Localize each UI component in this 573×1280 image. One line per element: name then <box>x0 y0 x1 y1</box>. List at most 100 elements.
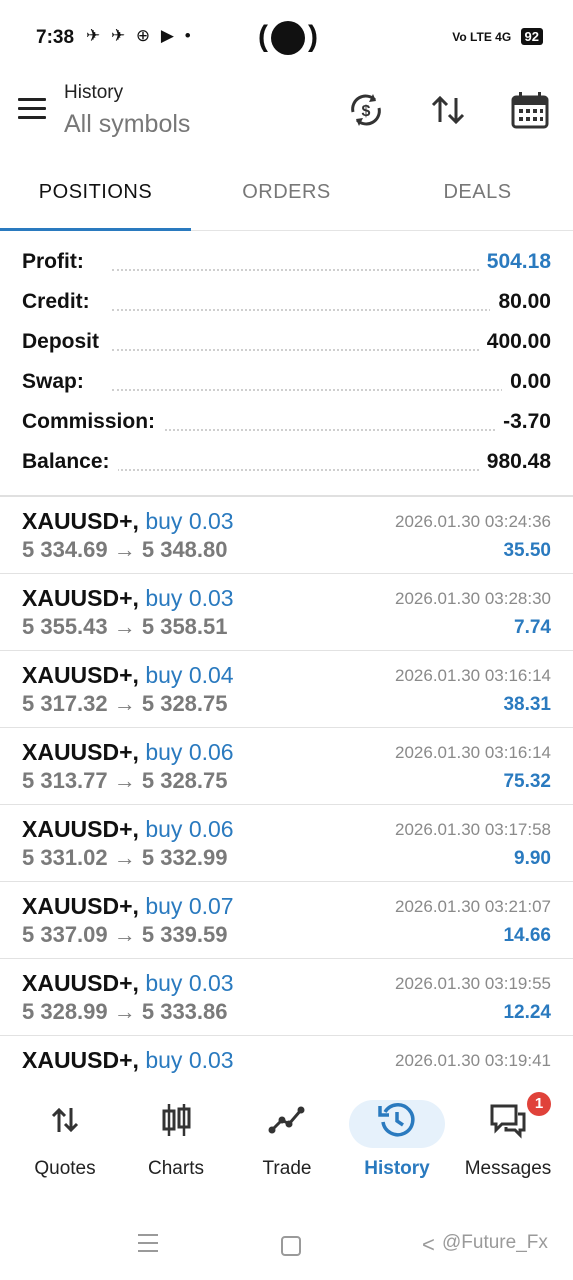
summary-label: Deposit <box>22 330 108 354</box>
nav-label: Trade <box>262 1158 312 1179</box>
battery-level: 92 <box>520 28 543 45</box>
summary-label: Commission: <box>22 410 164 434</box>
summary-value: 80.00 <box>490 290 551 314</box>
deal-profit: 75.32 <box>503 771 551 792</box>
nav-label: Quotes <box>34 1158 96 1179</box>
list-item[interactable]: XAUUSD+, buy 0.03 5 334.69 → 5 348.80 20… <box>0 497 573 574</box>
summary-value: 504.18 <box>478 250 551 274</box>
summary-label: Balance: <box>22 450 118 474</box>
status-bar: 7:38 ✈ ✈ ⊕ ▶ • () Vo LTE 4G 92 <box>0 0 573 74</box>
deal-time: 2026.01.30 03:19:55 <box>395 974 551 993</box>
deal-side: buy 0.03 <box>145 585 234 611</box>
dotted-leader <box>112 429 543 431</box>
deal-side: buy 0.06 <box>145 816 234 842</box>
deal-prices: 5 355.43 → 5 358.51 <box>22 614 228 639</box>
list-item[interactable]: XAUUSD+, buy 0.03 2026.01.30 03:19:41 <box>0 1036 573 1077</box>
tab-bar: POSITIONS ORDERS DEALS <box>0 160 573 231</box>
summary-row-deposit: Deposit 400.00 <box>0 322 573 362</box>
tab-positions[interactable]: POSITIONS <box>0 160 191 226</box>
dotted-leader <box>112 309 543 311</box>
nav-label: Charts <box>148 1158 204 1179</box>
deal-prices: 5 313.77 → 5 328.75 <box>22 768 228 793</box>
summary-row-credit: Credit: 80.00 <box>0 282 573 322</box>
list-item[interactable]: XAUUSD+, buy 0.03 5 328.99 → 5 333.86 20… <box>0 959 573 1036</box>
summary-value: 0.00 <box>502 370 551 394</box>
deal-symbol: XAUUSD+, buy 0.04 <box>22 662 234 688</box>
network-label: Vo LTE 4G <box>452 30 512 44</box>
summary-value: -3.70 <box>495 410 551 434</box>
deal-side: buy 0.03 <box>145 1047 234 1073</box>
arrows-updown-icon <box>51 1107 79 1133</box>
summary-row-swap: Swap: 0.00 <box>0 362 573 402</box>
nav-label: History <box>364 1158 430 1179</box>
deal-time: 2026.01.30 03:16:14 <box>395 743 551 762</box>
nav-trade[interactable]: Trade <box>230 1100 344 1190</box>
nav-messages[interactable]: 1 Messages <box>451 1092 565 1190</box>
summary-panel: Profit: 504.18 Credit: 80.00 Deposit 400… <box>0 242 573 482</box>
deal-list: XAUUSD+, buy 0.03 5 334.69 → 5 348.80 20… <box>0 497 573 1077</box>
deal-profit: 12.24 <box>503 1002 551 1023</box>
notification-badge: 1 <box>527 1092 551 1116</box>
deal-profit: 35.50 <box>503 540 551 561</box>
deal-symbol: XAUUSD+, buy 0.03 <box>22 508 234 534</box>
deal-side: buy 0.07 <box>145 893 234 919</box>
deal-side: buy 0.03 <box>145 970 234 996</box>
deal-profit: 38.31 <box>503 694 551 715</box>
nav-charts[interactable]: Charts <box>119 1100 233 1190</box>
nav-label: Messages <box>464 1158 552 1179</box>
menu-icon[interactable] <box>18 98 46 120</box>
svg-text:$: $ <box>362 103 371 120</box>
deal-time: 2026.01.30 03:24:36 <box>395 512 551 531</box>
back-icon[interactable]: < <box>422 1232 435 1258</box>
currency-refresh-icon[interactable]: $ <box>346 90 386 130</box>
dotted-leader <box>112 389 543 391</box>
deal-time: 2026.01.30 03:17:58 <box>395 820 551 839</box>
summary-row-balance: Balance: 980.48 <box>0 442 573 482</box>
tab-deals[interactable]: DEALS <box>382 160 573 226</box>
home-icon[interactable] <box>281 1236 301 1256</box>
list-item[interactable]: XAUUSD+, buy 0.04 5 317.32 → 5 328.75 20… <box>0 651 573 728</box>
deal-prices: 5 317.32 → 5 328.75 <box>22 691 228 716</box>
summary-label: Credit: <box>22 290 98 314</box>
deal-time: 2026.01.30 03:21:07 <box>395 897 551 916</box>
symbol-filter[interactable]: All symbols <box>64 110 190 139</box>
trend-line-icon <box>268 1106 305 1134</box>
deal-time: 2026.01.30 03:19:41 <box>395 1051 551 1070</box>
deal-profit: 9.90 <box>514 848 551 869</box>
tab-orders[interactable]: ORDERS <box>191 160 382 226</box>
history-clock-icon <box>378 1103 415 1137</box>
deal-side: buy 0.03 <box>145 508 234 534</box>
bottom-nav: Quotes Charts Trade History 1 Messages <box>0 1090 573 1200</box>
deal-time: 2026.01.30 03:16:14 <box>395 666 551 685</box>
recent-apps-icon[interactable] <box>138 1234 158 1258</box>
deal-side: buy 0.06 <box>145 739 234 765</box>
summary-value: 400.00 <box>478 330 551 354</box>
candlestick-icon <box>162 1104 191 1136</box>
deal-time: 2026.01.30 03:28:30 <box>395 589 551 608</box>
summary-label: Profit: <box>22 250 92 274</box>
list-item[interactable]: XAUUSD+, buy 0.06 5 331.02 → 5 332.99 20… <box>0 805 573 882</box>
deal-symbol: XAUUSD+, buy 0.03 <box>22 970 234 996</box>
nav-history[interactable]: History <box>340 1100 454 1190</box>
nav-quotes[interactable]: Quotes <box>8 1100 122 1190</box>
deal-side: buy 0.04 <box>145 662 234 688</box>
deal-symbol: XAUUSD+, buy 0.06 <box>22 739 234 765</box>
sort-icon[interactable] <box>428 90 468 130</box>
tab-indicator <box>0 228 191 231</box>
deal-prices: 5 328.99 → 5 333.86 <box>22 999 228 1024</box>
summary-value: 980.48 <box>478 450 551 474</box>
list-item[interactable]: XAUUSD+, buy 0.03 5 355.43 → 5 358.51 20… <box>0 574 573 651</box>
calendar-icon[interactable] <box>510 90 550 130</box>
deal-prices: 5 337.09 → 5 339.59 <box>22 922 228 947</box>
app-bar: History All symbols $ <box>0 74 573 154</box>
deal-prices: 5 334.69 → 5 348.80 <box>22 537 228 562</box>
list-item[interactable]: XAUUSD+, buy 0.06 5 313.77 → 5 328.75 20… <box>0 728 573 805</box>
list-item[interactable]: XAUUSD+, buy 0.07 5 337.09 → 5 339.59 20… <box>0 882 573 959</box>
watermark: @Future_Fx <box>442 1232 548 1253</box>
deal-prices: 5 331.02 → 5 332.99 <box>22 845 228 870</box>
summary-row-profit: Profit: 504.18 <box>0 242 573 282</box>
deal-symbol: XAUUSD+, buy 0.03 <box>22 585 234 611</box>
notch-indicator-icon: () <box>258 20 318 56</box>
deal-profit: 7.74 <box>514 617 551 638</box>
deal-symbol: XAUUSD+, buy 0.03 <box>22 1047 234 1073</box>
